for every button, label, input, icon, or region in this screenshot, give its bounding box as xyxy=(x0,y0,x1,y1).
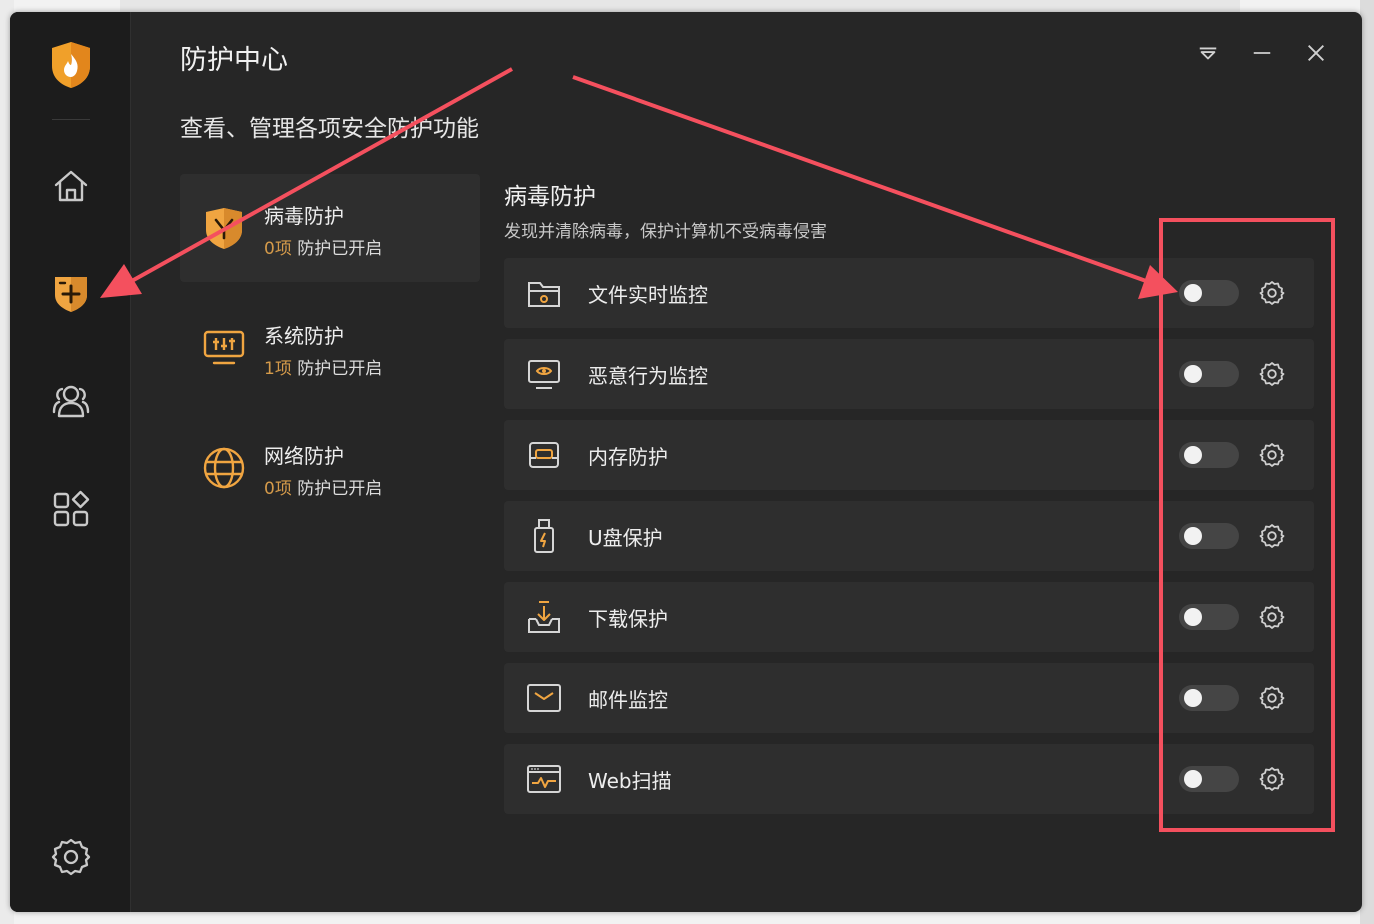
protection-center-window: 防护中心 查看、管理各项安全防护功能 病毒防护 0项 防护已开启 系统防护 1项… xyxy=(10,12,1362,912)
gear-icon[interactable] xyxy=(1259,442,1285,468)
gear-icon[interactable] xyxy=(1259,685,1285,711)
file-monitor-toggle[interactable] xyxy=(1179,280,1239,306)
mail-monitor-toggle[interactable] xyxy=(1179,685,1239,711)
category-name: 系统防护 xyxy=(264,324,344,348)
sidebar-item-settings[interactable] xyxy=(48,834,94,880)
page-subtitle: 查看、管理各项安全防护功能 xyxy=(180,116,479,142)
feature-label: 文件实时监控 xyxy=(588,283,708,307)
menu-icon xyxy=(1199,47,1217,60)
app-logo-icon xyxy=(50,40,92,90)
shield-plus-icon xyxy=(55,277,87,312)
system-monitor-icon xyxy=(203,330,245,365)
feature-label: 恶意行为监控 xyxy=(588,364,708,388)
feature-row-download-protection: 下载保护 xyxy=(504,582,1314,652)
feature-label: Web扫描 xyxy=(588,769,672,793)
virus-shield-icon xyxy=(206,208,242,249)
memory-protection-toggle[interactable] xyxy=(1179,442,1239,468)
minimize-button[interactable] xyxy=(1247,38,1277,68)
toggle-knob xyxy=(1184,689,1202,707)
feature-label: U盘保护 xyxy=(588,526,663,550)
feature-row-behavior-monitor: 恶意行为监控 xyxy=(504,339,1314,409)
usb-icon xyxy=(534,519,554,553)
category-status-text: 防护已开启 xyxy=(297,359,383,379)
main-panel: 防护中心 查看、管理各项安全防护功能 病毒防护 0项 防护已开启 系统防护 1项… xyxy=(131,12,1362,912)
apps-icon xyxy=(53,490,90,527)
web-scan-icon xyxy=(527,765,561,793)
sidebar-item-home[interactable] xyxy=(48,163,94,209)
category-status: 0项 防护已开启 xyxy=(264,474,382,499)
download-protection-toggle[interactable] xyxy=(1179,604,1239,630)
background-desktop-right xyxy=(1360,0,1374,924)
sidebar-divider xyxy=(52,119,90,120)
gear-icon[interactable] xyxy=(1259,604,1285,630)
download-icon xyxy=(528,601,560,633)
toggle-knob xyxy=(1184,770,1202,788)
feature-row-file-monitor: 文件实时监控 xyxy=(504,258,1314,328)
category-virus-protection[interactable]: 病毒防护 0项 防护已开启 xyxy=(180,174,480,282)
category-system-protection[interactable]: 系统防护 1项 防护已开启 xyxy=(180,294,480,402)
category-count: 0项 xyxy=(264,239,292,259)
feature-label: 内存防护 xyxy=(588,445,668,469)
category-status-text: 防护已开启 xyxy=(297,479,383,499)
usb-protection-toggle[interactable] xyxy=(1179,523,1239,549)
feature-row-mail-monitor: 邮件监控 xyxy=(504,663,1314,733)
gear-icon[interactable] xyxy=(1259,280,1285,306)
sidebar-item-protection[interactable] xyxy=(48,270,94,316)
sidebar-item-users[interactable] xyxy=(48,378,94,424)
users-icon xyxy=(52,385,90,418)
monitor-eye-icon xyxy=(528,360,560,389)
close-button[interactable] xyxy=(1301,38,1331,68)
section-title: 病毒防护 xyxy=(504,184,596,210)
memory-icon xyxy=(529,442,559,468)
toggle-knob xyxy=(1184,365,1202,383)
toggle-knob xyxy=(1184,608,1202,626)
page-title: 防护中心 xyxy=(180,45,288,76)
category-count: 1项 xyxy=(264,359,292,379)
feature-label: 下载保护 xyxy=(588,607,668,631)
toggle-knob xyxy=(1184,527,1202,545)
behavior-monitor-toggle[interactable] xyxy=(1179,361,1239,387)
section-description: 发现并清除病毒，保护计算机不受病毒侵害 xyxy=(504,222,827,242)
gear-icon xyxy=(51,838,91,876)
minimize-icon xyxy=(1253,52,1271,54)
gear-icon[interactable] xyxy=(1259,523,1285,549)
gear-icon[interactable] xyxy=(1259,766,1285,792)
feature-row-memory-protection: 内存防护 xyxy=(504,420,1314,490)
folder-icon xyxy=(528,282,560,307)
category-status: 0项 防护已开启 xyxy=(264,234,382,259)
mail-icon xyxy=(527,684,561,712)
category-status-text: 防护已开启 xyxy=(297,239,383,259)
category-name: 病毒防护 xyxy=(264,204,344,228)
close-icon xyxy=(1308,45,1324,61)
category-name: 网络防护 xyxy=(264,444,344,468)
toggle-knob xyxy=(1184,446,1202,464)
feature-row-web-scan: Web扫描 xyxy=(504,744,1314,814)
category-network-protection[interactable]: 网络防护 0项 防护已开启 xyxy=(180,414,480,522)
feature-label: 邮件监控 xyxy=(588,688,668,712)
category-status: 1项 防护已开启 xyxy=(264,354,382,379)
web-scan-toggle[interactable] xyxy=(1179,766,1239,792)
gear-icon[interactable] xyxy=(1259,361,1285,387)
sidebar xyxy=(10,12,131,912)
sidebar-item-apps[interactable] xyxy=(48,486,94,532)
menu-button[interactable] xyxy=(1193,38,1223,68)
home-icon xyxy=(54,170,88,202)
globe-icon xyxy=(203,447,245,489)
category-count: 0项 xyxy=(264,479,292,499)
toggle-knob xyxy=(1184,284,1202,302)
feature-row-usb-protection: U盘保护 xyxy=(504,501,1314,571)
